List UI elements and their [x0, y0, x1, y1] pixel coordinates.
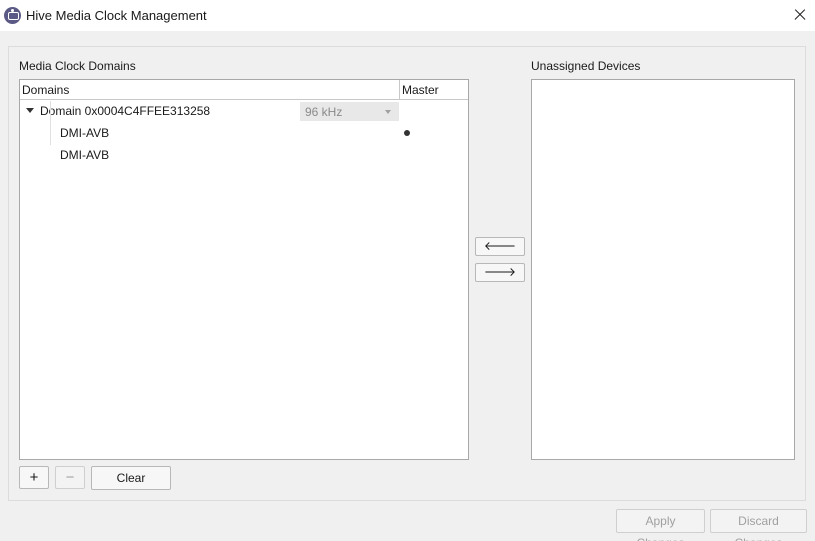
sample-rate-value: 96 kHz [305, 105, 343, 119]
unassigned-devices-label: Unassigned Devices [531, 59, 641, 73]
column-separator[interactable] [399, 80, 400, 100]
column-header-master[interactable]: Master [402, 83, 439, 97]
dialog-body: Media Clock Domains Unassigned Devices D… [0, 31, 815, 541]
unassigned-devices-list[interactable] [531, 79, 795, 460]
arrow-left-icon: 🡐 [483, 239, 517, 253]
window-title: Hive Media Clock Management [26, 8, 207, 23]
expand-arrow-icon[interactable] [26, 108, 34, 113]
tree-header: Domains Master [20, 80, 468, 100]
apply-changes-button[interactable]: Apply Changes [616, 509, 705, 541]
move-to-unassigned-button[interactable]: 🡒 [475, 263, 525, 282]
device-row[interactable]: DMI-AVB [20, 122, 468, 144]
clear-button[interactable]: Clear [91, 466, 171, 490]
chevron-down-icon [385, 110, 391, 114]
master-indicator-icon[interactable] [404, 130, 410, 136]
domains-tree[interactable]: Domains Master Domain 0x0004C4FFEE313258… [19, 79, 469, 460]
title-bar: Hive Media Clock Management [0, 0, 815, 31]
device-name: DMI-AVB [60, 126, 110, 140]
arrow-right-icon: 🡒 [483, 265, 517, 279]
media-clock-domains-label: Media Clock Domains [19, 59, 136, 73]
add-domain-button[interactable]: + [19, 466, 49, 489]
remove-domain-button[interactable]: − [55, 466, 85, 489]
discard-changes-button[interactable]: Discard Changes [710, 509, 807, 541]
move-to-domain-button[interactable]: 🡐 [475, 237, 525, 256]
device-name: DMI-AVB [60, 148, 110, 162]
device-row[interactable]: DMI-AVB [20, 144, 468, 166]
domain-row[interactable]: Domain 0x0004C4FFEE313258 96 kHz [20, 100, 468, 122]
column-header-domains[interactable]: Domains [22, 83, 69, 97]
hive-logo-icon [4, 7, 21, 24]
close-icon[interactable] [789, 4, 811, 26]
sample-rate-dropdown[interactable]: 96 kHz [300, 102, 399, 121]
domain-name: Domain 0x0004C4FFEE313258 [40, 104, 211, 118]
